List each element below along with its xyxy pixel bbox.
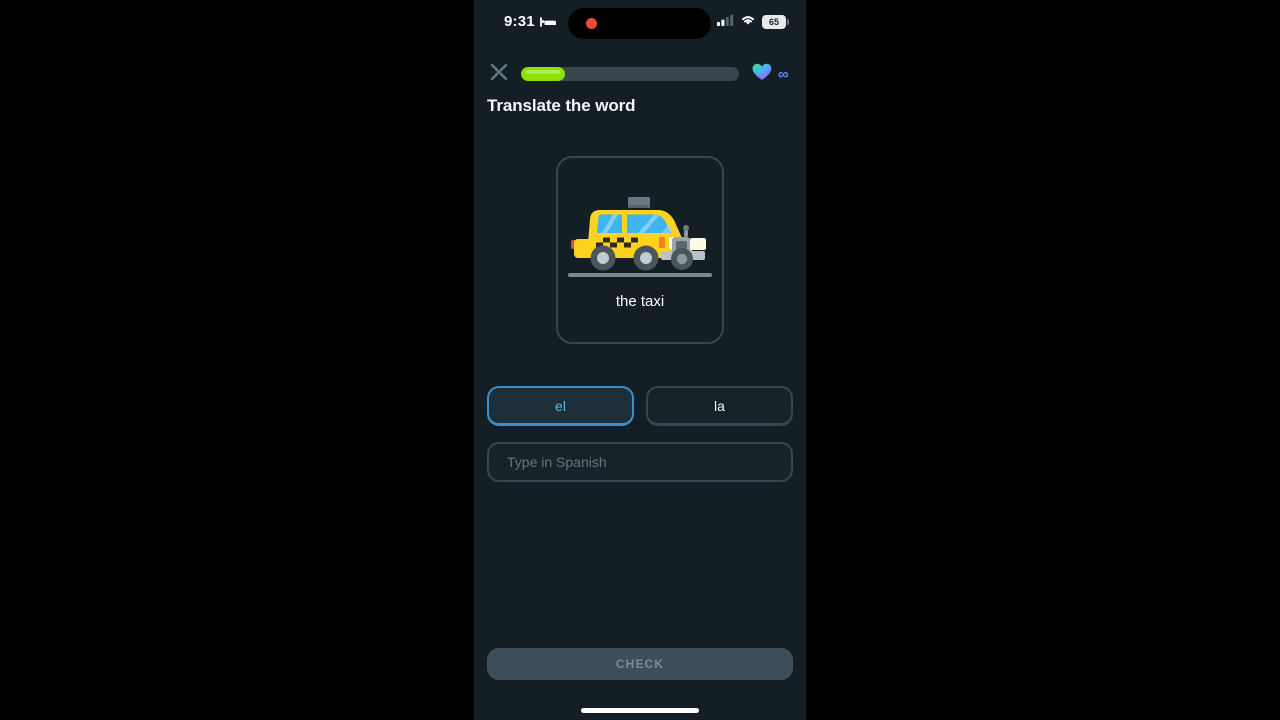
battery-indicator: 65 <box>762 15 789 29</box>
page-title: Translate the word <box>487 96 636 115</box>
article-choice-row: el la <box>487 386 793 426</box>
status-bar-left: 9:31 <box>504 13 557 30</box>
battery-nub <box>787 19 789 25</box>
record-dot-icon <box>586 18 597 29</box>
lesson-header: ∞ <box>474 62 806 86</box>
wifi-icon <box>740 13 756 31</box>
status-time: 9:31 <box>504 13 535 30</box>
battery-level-label: 65 <box>768 16 779 27</box>
signal-bars-icon <box>717 13 734 31</box>
hearts-counter[interactable]: ∞ <box>752 62 789 86</box>
phone-viewport: 9:31 65 ∞ Translate the word the taxi el… <box>474 0 806 720</box>
lesson-progress-bar[interactable] <box>521 67 739 81</box>
status-bar: 9:31 65 <box>474 0 806 46</box>
close-icon <box>490 63 508 86</box>
status-bar-right: 65 <box>717 13 789 31</box>
word-card-label: the taxi <box>615 293 665 310</box>
word-card[interactable]: the taxi <box>556 156 724 344</box>
hearts-value: ∞ <box>778 65 789 83</box>
home-indicator[interactable] <box>581 708 699 713</box>
heart-icon <box>752 63 772 86</box>
taxi-illustration <box>565 180 715 285</box>
article-choice-el[interactable]: el <box>487 386 634 426</box>
close-button[interactable] <box>486 62 512 86</box>
screenshot-stage: 9:31 65 ∞ Translate the word the taxi el… <box>0 0 1280 720</box>
bed-icon <box>539 16 557 28</box>
dynamic-island <box>568 8 711 39</box>
answer-input[interactable] <box>487 442 793 482</box>
check-button[interactable]: CHECK <box>487 648 793 680</box>
article-choice-la[interactable]: la <box>646 386 793 426</box>
lesson-progress-fill <box>521 67 565 81</box>
